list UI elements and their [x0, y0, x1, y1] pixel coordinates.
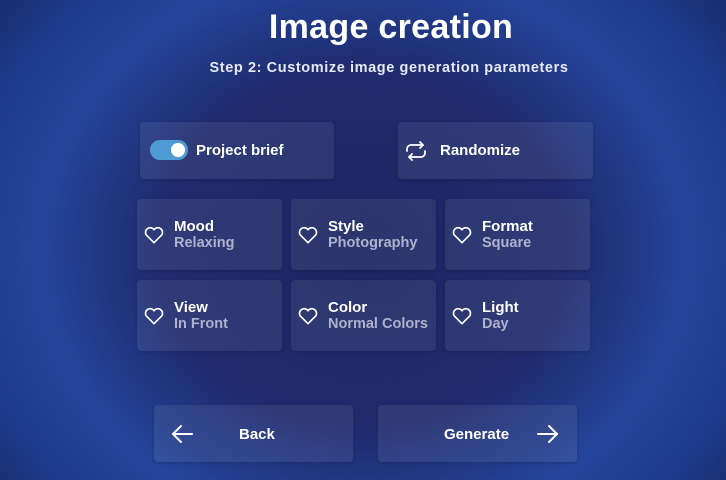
param-name: Style: [328, 218, 364, 235]
param-light[interactable]: Light Day: [445, 280, 590, 351]
page-title: Image creation: [268, 8, 514, 46]
generate-button[interactable]: Generate: [378, 405, 577, 462]
arrow-right-icon: [537, 425, 558, 443]
heart-outline-icon: [452, 307, 472, 325]
heart-outline-icon: [144, 226, 164, 244]
heart-outline-icon: [452, 226, 472, 244]
randomize-button[interactable]: Randomize: [398, 122, 593, 179]
repeat-arrows-icon: [406, 141, 426, 161]
heart-outline-icon: [298, 226, 318, 244]
param-name: Light: [482, 299, 519, 316]
param-view[interactable]: View In Front: [137, 280, 282, 351]
param-value: Day: [482, 316, 509, 332]
heart-outline-icon: [144, 307, 164, 325]
generate-label: Generate: [444, 426, 510, 443]
param-style[interactable]: Style Photography: [291, 199, 436, 270]
page-subtitle: Step 2: Customize image generation param…: [209, 60, 569, 76]
param-mood[interactable]: Mood Relaxing: [137, 199, 282, 270]
param-value: Relaxing: [174, 235, 235, 251]
project-brief-label: Project brief: [196, 142, 284, 159]
param-format[interactable]: Format Square: [445, 199, 590, 270]
toggle-knob: [171, 143, 185, 157]
param-value: Normal Colors: [328, 316, 428, 332]
param-value: Square: [482, 235, 532, 251]
param-value: In Front: [174, 316, 228, 332]
randomize-label: Randomize: [440, 142, 521, 159]
param-name: Color: [328, 299, 368, 316]
param-color[interactable]: Color Normal Colors: [291, 280, 436, 351]
heart-outline-icon: [298, 307, 318, 325]
arrow-left-icon: [172, 425, 193, 443]
param-value: Photography: [328, 235, 418, 251]
back-label: Back: [239, 426, 275, 443]
param-name: Format: [482, 218, 533, 235]
toggle-switch[interactable]: [150, 140, 188, 160]
back-button[interactable]: Back: [154, 405, 353, 462]
project-brief-toggle[interactable]: Project brief: [140, 122, 334, 179]
param-name: View: [174, 299, 208, 316]
param-name: Mood: [174, 218, 214, 235]
